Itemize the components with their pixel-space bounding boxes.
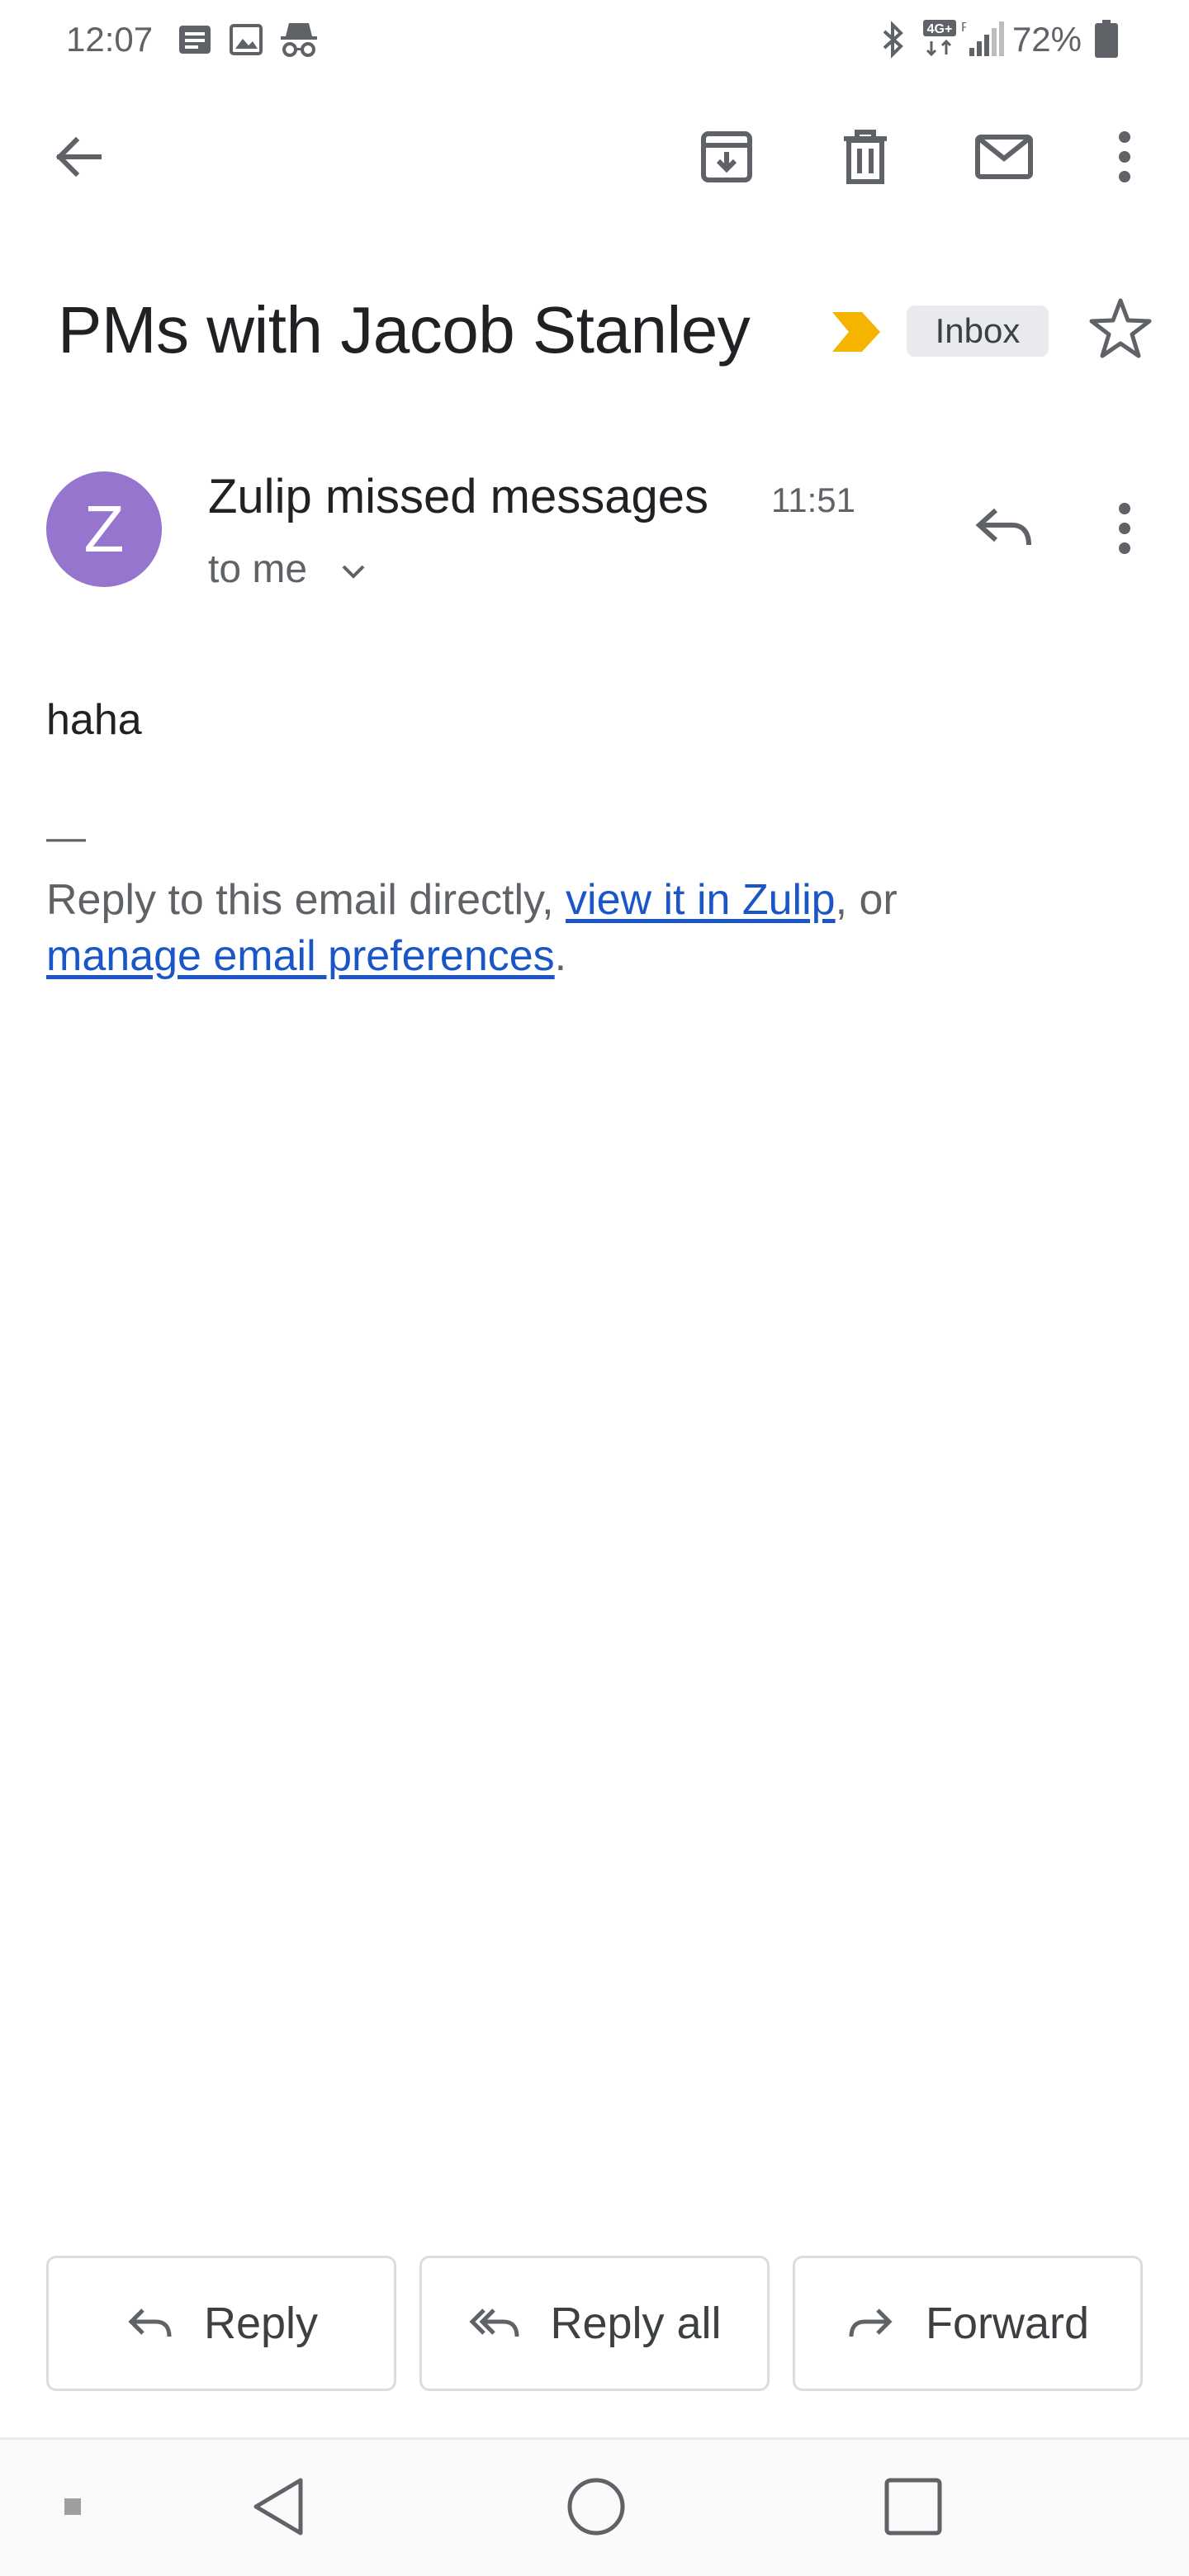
more-vert-icon bbox=[1119, 131, 1130, 182]
nav-back-button[interactable] bbox=[248, 2474, 314, 2540]
signal-icon bbox=[968, 20, 1004, 58]
sender-avatar[interactable]: Z bbox=[46, 471, 162, 587]
square-recents-icon bbox=[884, 2478, 942, 2536]
delete-icon bbox=[844, 130, 887, 184]
reply-icon bbox=[975, 508, 1031, 546]
footer-prefix: Reply to this email directly, bbox=[46, 876, 566, 924]
svg-text:4G+: 4G+ bbox=[927, 22, 953, 36]
back-button[interactable] bbox=[46, 124, 112, 190]
star-button[interactable] bbox=[1088, 297, 1153, 360]
reply-button[interactable]: Reply bbox=[46, 2256, 396, 2391]
nav-indicator-icon bbox=[63, 2497, 83, 2517]
triangle-back-icon bbox=[253, 2478, 303, 2536]
reply-all-icon bbox=[469, 2308, 519, 2337]
network-4g-icon: 4G+ R bbox=[923, 18, 966, 59]
forward-icon bbox=[849, 2308, 893, 2337]
recipient-details-toggle[interactable]: to me bbox=[208, 545, 307, 594]
bluetooth-icon bbox=[880, 20, 905, 59]
view-in-zulip-link[interactable]: view it in Zulip bbox=[566, 876, 836, 924]
status-time: 12:07 bbox=[66, 20, 154, 59]
message-body: haha bbox=[46, 696, 142, 744]
reply-all-button[interactable]: Reply all bbox=[419, 2256, 770, 2391]
more-vert-icon bbox=[1119, 503, 1130, 554]
nav-home-button[interactable] bbox=[563, 2474, 629, 2540]
importance-marker-icon[interactable] bbox=[831, 309, 882, 355]
incognito-icon bbox=[277, 20, 320, 59]
recipient-label: to me bbox=[208, 547, 308, 591]
archive-icon bbox=[701, 131, 752, 182]
circle-home-icon bbox=[567, 2478, 625, 2536]
footer-middle: , or bbox=[835, 876, 898, 924]
svg-text:R: R bbox=[961, 21, 966, 35]
battery-icon bbox=[1095, 20, 1118, 58]
forward-label: Forward bbox=[925, 2299, 1090, 2348]
message-icon bbox=[177, 21, 213, 58]
reply-all-label: Reply all bbox=[550, 2299, 722, 2348]
footer-suffix: . bbox=[554, 932, 567, 980]
inbox-label-chip[interactable]: Inbox bbox=[907, 305, 1049, 357]
chevron-down-icon[interactable] bbox=[337, 555, 370, 588]
arrow-left-icon bbox=[55, 136, 102, 178]
email-footer: Reply to this email directly, view it in… bbox=[46, 872, 1144, 984]
signature-separator: — bbox=[46, 816, 86, 859]
mark-unread-button[interactable] bbox=[971, 124, 1037, 190]
image-icon bbox=[228, 21, 264, 58]
more-options-button[interactable] bbox=[1101, 124, 1148, 190]
email-subject: PMs with Jacob Stanley bbox=[58, 293, 751, 367]
sender-name: Zulip missed messages bbox=[208, 470, 708, 523]
battery-percent: 72% bbox=[1011, 20, 1082, 59]
nav-recents-button[interactable] bbox=[880, 2474, 946, 2540]
mark-unread-icon bbox=[975, 135, 1033, 179]
reply-icon bbox=[128, 2308, 172, 2337]
forward-button[interactable]: Forward bbox=[793, 2256, 1143, 2391]
message-more-button[interactable] bbox=[1101, 495, 1148, 561]
star-icon bbox=[1089, 298, 1152, 358]
manage-preferences-link[interactable]: manage email preferences bbox=[46, 932, 555, 980]
reply-quick-button[interactable] bbox=[971, 495, 1037, 561]
delete-button[interactable] bbox=[832, 124, 898, 190]
archive-button[interactable] bbox=[694, 124, 760, 190]
message-time: 11:51 bbox=[771, 481, 855, 519]
reply-label: Reply bbox=[203, 2299, 319, 2348]
